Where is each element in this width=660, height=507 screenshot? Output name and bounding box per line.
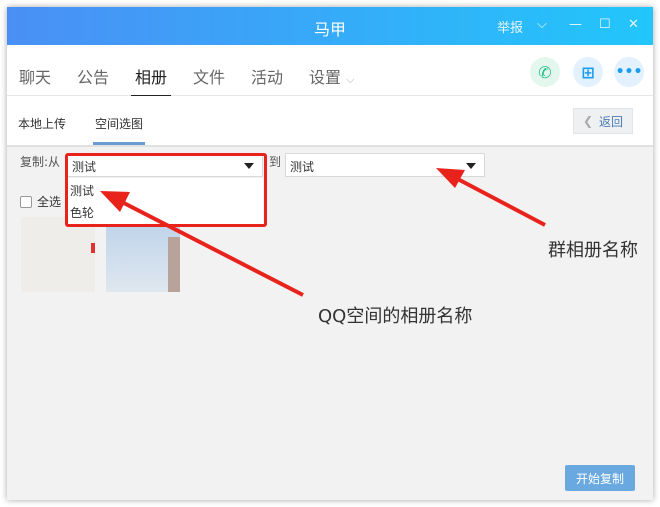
sub-tabs: 本地上传 空间选图 ❮ 返回 — [7, 96, 653, 147]
phone-icon[interactable]: ✆ — [530, 57, 560, 87]
to-value: 测试 — [290, 160, 315, 174]
annotation-qzone: QQ空间的相册名称 — [318, 306, 473, 327]
back-label: 返回 — [599, 114, 624, 129]
tab-files[interactable]: 文件 — [193, 64, 225, 88]
to-album-select[interactable]: 测试 — [285, 153, 485, 177]
copy-from-label: 复制:从 — [20, 155, 61, 169]
close-icon[interactable]: ✕ — [628, 17, 639, 32]
tab-activity[interactable]: 活动 — [251, 64, 283, 88]
tower — [168, 237, 180, 292]
checkbox-icon — [20, 195, 32, 208]
tab-space-pick[interactable]: 空间选图 — [92, 115, 146, 145]
title-bar: 马甲 举报 ⌵ — ☐ ✕ — [7, 7, 653, 45]
start-copy-button[interactable]: 开始复制 — [565, 465, 635, 491]
photo-thumbnail[interactable] — [106, 217, 180, 292]
tab-chat[interactable]: 聊天 — [19, 64, 51, 88]
tab-local-upload[interactable]: 本地上传 — [18, 115, 66, 132]
caret-down-icon — [466, 163, 476, 169]
more-icon[interactable]: ••• — [614, 57, 644, 87]
thumb-mark — [91, 243, 95, 253]
chevron-down-icon[interactable]: ⌵ — [537, 17, 547, 32]
select-all-checkbox[interactable]: 全选 — [20, 193, 61, 210]
annotation-box — [65, 153, 267, 227]
tab-album[interactable]: 相册 — [130, 64, 172, 97]
select-all-label: 全选 — [37, 195, 62, 209]
annotation-group: 群相册名称 — [548, 240, 638, 261]
tab-settings[interactable]: 设置 ⌵ — [309, 64, 354, 88]
report-link[interactable]: 举报 — [497, 17, 523, 36]
minimize-icon[interactable]: — — [569, 17, 582, 32]
chevron-down-icon: ⌵ — [346, 73, 355, 86]
tab-notice[interactable]: 公告 — [77, 64, 109, 88]
window-title: 马甲 — [313, 20, 346, 39]
photo-thumbnail[interactable] — [21, 217, 95, 292]
maximize-icon[interactable]: ☐ — [599, 17, 611, 32]
main-tabs: 聊天 公告 相册 文件 活动 设置 ⌵ ✆ ⊞ ••• — [7, 45, 653, 97]
to-label: 到 — [269, 155, 282, 169]
tab-settings-label: 设置 — [309, 68, 342, 87]
back-button[interactable]: ❮ 返回 — [573, 108, 633, 134]
add-message-icon[interactable]: ⊞ — [573, 57, 603, 87]
chevron-left-icon: ❮ — [582, 114, 594, 128]
